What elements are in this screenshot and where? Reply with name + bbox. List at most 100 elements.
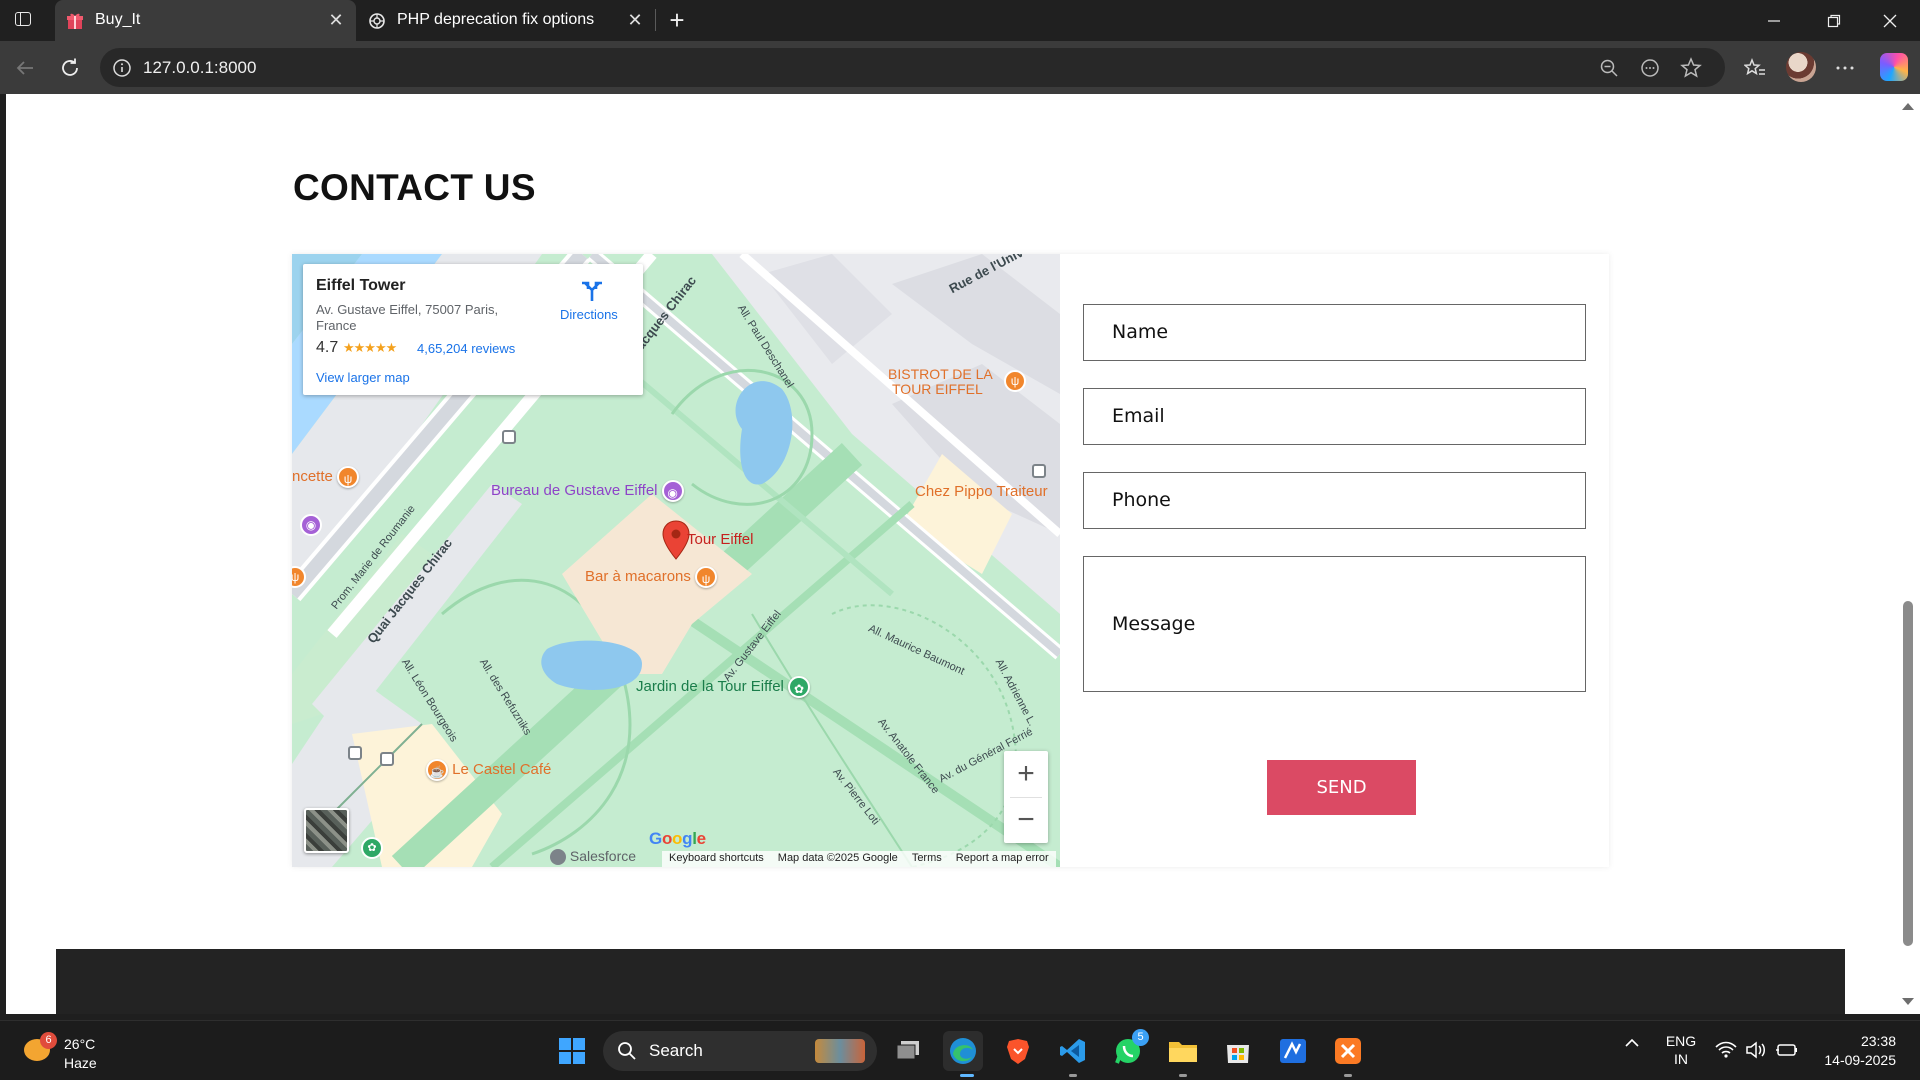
poi-macarons[interactable]: Bar à macarons ψ — [585, 566, 718, 588]
park-icon: ✿ — [361, 837, 383, 859]
name-field[interactable]: Name — [1083, 304, 1586, 361]
directions-link[interactable]: Directions — [560, 307, 618, 322]
embedded-map[interactable]: Quai Jacques Chirac Jacques Chirac Rue d… — [292, 254, 1060, 867]
show-hidden-icons-icon[interactable] — [1622, 1035, 1642, 1054]
tab-title: PHP deprecation fix options — [397, 11, 595, 28]
message-field[interactable]: Message — [1083, 556, 1586, 692]
restore-icon[interactable] — [1806, 0, 1862, 41]
zoom-out-icon[interactable] — [1597, 56, 1621, 80]
tab-buy-it[interactable]: Buy_It ✕ — [55, 0, 356, 41]
email-field[interactable]: Email — [1083, 388, 1586, 445]
windows-start-icon[interactable] — [552, 1031, 592, 1071]
zoom-out-button[interactable]: − — [1004, 797, 1048, 843]
page-viewport: CONTACT US Quai Jacques Chirac Jacques C… — [6, 94, 1896, 1014]
place-rating: 4.7 — [316, 339, 339, 356]
address-bar[interactable]: 127.0.0.1:8000 — [100, 48, 1725, 87]
profile-avatar[interactable] — [1786, 52, 1816, 82]
language-code: ENG — [1665, 1033, 1697, 1049]
bus-stop-icon — [348, 746, 362, 760]
edge-icon[interactable] — [943, 1031, 983, 1071]
more-options-icon[interactable] — [1830, 53, 1860, 83]
app-icon[interactable] — [1273, 1031, 1313, 1071]
weather-condition: Haze — [64, 1055, 97, 1071]
close-tab-icon[interactable]: ✕ — [625, 10, 645, 30]
vscode-icon[interactable] — [1053, 1031, 1093, 1071]
map-marker-tour-eiffel[interactable]: Tour Eiffel — [661, 520, 753, 560]
weather-widget[interactable]: 6 26°C Haze — [24, 1029, 144, 1073]
poi-label: Bar à macarons — [585, 567, 691, 585]
phone-field[interactable]: Phone — [1083, 472, 1586, 529]
restaurant-icon: ψ — [695, 566, 718, 588]
scroll-up-icon[interactable] — [1902, 103, 1914, 110]
bus-stop-icon — [1032, 464, 1046, 478]
copilot-icon[interactable] — [1880, 53, 1908, 81]
site-info-icon[interactable] — [112, 58, 132, 78]
back-icon[interactable] — [10, 53, 40, 83]
running-app-indicator — [1069, 1074, 1077, 1077]
xampp-icon[interactable] — [1328, 1031, 1368, 1071]
poi-ncette[interactable]: ncette ψ — [292, 466, 360, 488]
poi-salesforce[interactable]: Salesforce — [550, 848, 636, 866]
poi-bureau[interactable]: Bureau de Gustave Eiffel ◉ — [491, 480, 684, 502]
url-text[interactable]: 127.0.0.1:8000 — [143, 58, 256, 78]
terms-link[interactable]: Terms — [905, 851, 949, 867]
report-error-link[interactable]: Report a map error — [949, 851, 1056, 867]
tab-divider — [655, 9, 656, 31]
bus-stop-icon — [380, 752, 394, 766]
search-placeholder: Search — [649, 1041, 703, 1060]
search-highlight-icon — [815, 1039, 865, 1063]
favorites-icon[interactable] — [1740, 53, 1770, 83]
poi-label: ncette — [292, 467, 333, 485]
region-code: IN — [1674, 1051, 1688, 1067]
reviews-link[interactable]: 4,65,204 reviews — [417, 341, 515, 356]
close-window-icon[interactable] — [1862, 0, 1918, 41]
satellite-toggle[interactable] — [304, 808, 349, 853]
windows-taskbar: 6 26°C Haze Search 5 ENG IN 23:38 14-09-… — [0, 1020, 1920, 1080]
reading-mode-icon[interactable] — [1638, 56, 1662, 80]
poi-chez-pippo[interactable]: Chez Pippo Traiteur — [915, 483, 1048, 500]
poi-bistrot[interactable]: BISTROT DE LA TOUR EIFFEL — [888, 367, 993, 397]
view-larger-map-link[interactable]: View larger map — [316, 370, 410, 385]
poi-label: BISTROT DE LA — [888, 366, 993, 382]
wifi-icon[interactable] — [1715, 1041, 1737, 1062]
scroll-down-icon[interactable] — [1902, 998, 1914, 1005]
page-scrollbar[interactable] — [1896, 94, 1920, 1014]
poi-jardin[interactable]: Jardin de la Tour Eiffel ✿ — [636, 676, 811, 698]
task-view-icon[interactable] — [888, 1031, 928, 1071]
zoom-in-button[interactable]: + — [1004, 751, 1048, 797]
map-zoom-control: + − — [1004, 751, 1048, 843]
place-name: Eiffel Tower — [316, 277, 406, 294]
running-app-indicator — [1179, 1074, 1187, 1077]
openai-icon — [367, 11, 386, 30]
send-button[interactable]: SEND — [1267, 760, 1416, 815]
running-app-indicator — [1344, 1074, 1352, 1077]
poi-castel[interactable]: ☕ Le Castel Café — [426, 759, 551, 781]
brave-icon[interactable] — [998, 1031, 1038, 1071]
poi-label: TOUR EIFFEL — [892, 381, 983, 397]
microsoft-store-icon[interactable] — [1218, 1031, 1258, 1071]
taskbar-search[interactable]: Search — [603, 1031, 877, 1071]
poi-label: Chez Pippo Traiteur — [915, 483, 1048, 500]
scrollbar-thumb[interactable] — [1903, 601, 1913, 946]
tab-php-deprecation[interactable]: PHP deprecation fix options ✕ — [357, 0, 655, 41]
whatsapp-icon[interactable]: 5 — [1108, 1029, 1149, 1071]
minimize-icon[interactable] — [1746, 0, 1802, 41]
file-explorer-icon[interactable] — [1163, 1031, 1203, 1071]
favorite-star-icon[interactable] — [1679, 56, 1703, 80]
gift-icon — [65, 11, 84, 30]
contact-card: Quai Jacques Chirac Jacques Chirac Rue d… — [292, 254, 1609, 867]
vertical-tabs-icon[interactable] — [12, 9, 36, 31]
clock[interactable]: 23:38 14-09-2025 — [1810, 1032, 1896, 1070]
keyboard-shortcuts-link[interactable]: Keyboard shortcuts — [662, 851, 771, 867]
email-placeholder: Email — [1112, 405, 1165, 427]
new-tab-icon[interactable]: + — [663, 6, 691, 34]
volume-icon[interactable] — [1745, 1041, 1767, 1062]
language-indicator[interactable]: ENG IN — [1664, 1032, 1698, 1068]
battery-icon[interactable] — [1775, 1041, 1799, 1062]
search-icon — [618, 1042, 636, 1060]
park-icon: ✿ — [788, 676, 811, 698]
refresh-icon[interactable] — [55, 53, 85, 83]
close-tab-icon[interactable]: ✕ — [326, 10, 346, 30]
directions-icon[interactable] — [579, 277, 605, 303]
poi-label: Bureau de Gustave Eiffel — [491, 481, 658, 499]
